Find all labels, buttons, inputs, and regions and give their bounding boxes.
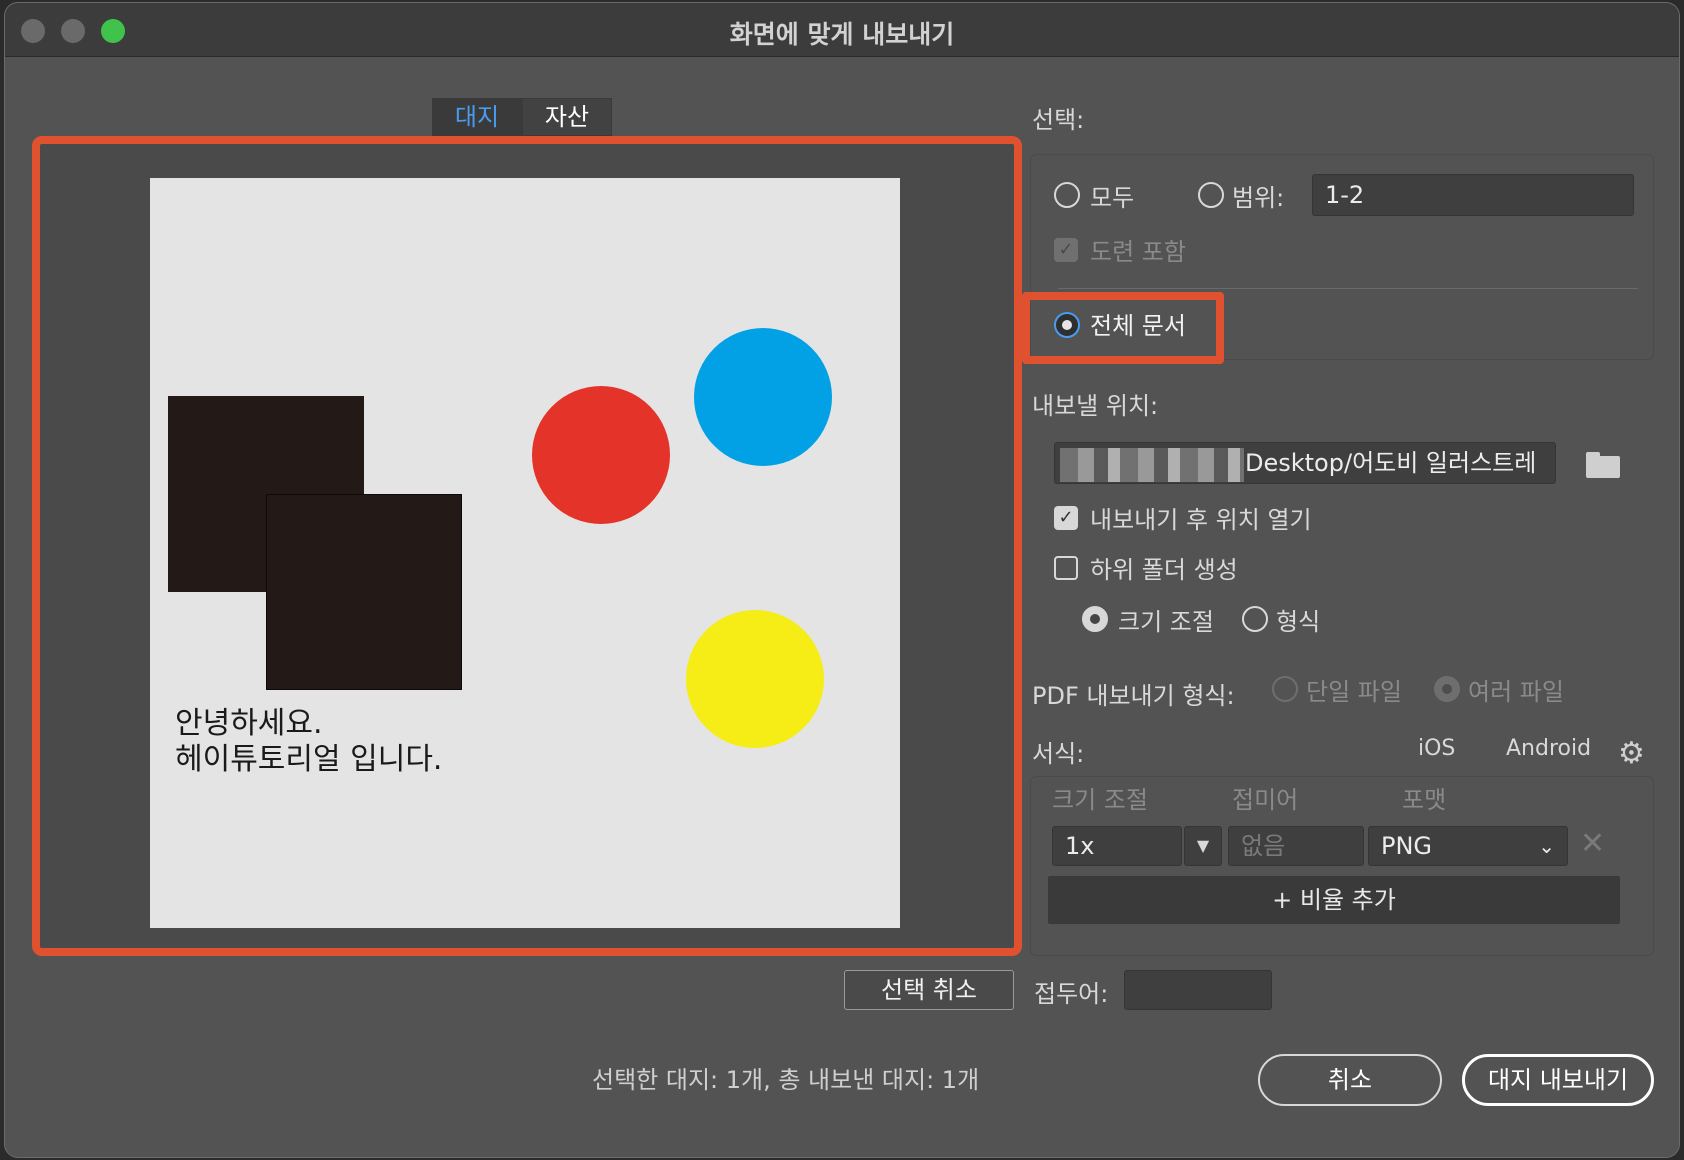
- include-bleed-checkbox[interactable]: ✓: [1054, 238, 1078, 262]
- prefix-label: 접두어:: [1034, 980, 1109, 1008]
- formats-label: 서식:: [1032, 740, 1085, 768]
- deselect-button[interactable]: 선택 취소: [844, 970, 1014, 1010]
- tab-assets[interactable]: 자산: [522, 98, 612, 136]
- radio-multiple-files-label: 여러 파일: [1468, 678, 1564, 706]
- android-preset[interactable]: Android: [1506, 736, 1591, 761]
- chevron-down-icon: ⌄: [1538, 834, 1555, 858]
- format-select-value: PNG: [1381, 832, 1433, 860]
- preview-tabs: 대지 자산: [432, 98, 612, 136]
- radio-multiple-files[interactable]: [1434, 676, 1460, 702]
- tab-artboards[interactable]: 대지: [432, 98, 522, 136]
- red-circle: [532, 386, 670, 524]
- dark-square-front: [266, 494, 462, 690]
- pdf-export-label: PDF 내보내기 형식:: [1032, 682, 1235, 710]
- scale-dropdown-button[interactable]: ▼: [1184, 826, 1222, 866]
- full-document-highlight: [1022, 292, 1224, 364]
- scale-input[interactable]: 1x: [1052, 826, 1182, 866]
- selection-divider: [1058, 288, 1638, 289]
- remove-scale-icon[interactable]: ✕: [1580, 826, 1605, 861]
- radio-scale[interactable]: [1082, 606, 1108, 632]
- selection-label: 선택:: [1032, 106, 1085, 134]
- title-bar: 화면에 맞게 내보내기: [5, 3, 1679, 57]
- prefix-input[interactable]: [1124, 970, 1272, 1010]
- window-title: 화면에 맞게 내보내기: [729, 20, 955, 49]
- radio-single-file[interactable]: [1272, 676, 1298, 702]
- radio-scale-label: 크기 조절: [1118, 608, 1214, 636]
- format-select[interactable]: PNG ⌄: [1368, 826, 1568, 866]
- radio-range[interactable]: [1198, 182, 1224, 208]
- column-header-format: 포맷: [1402, 786, 1447, 814]
- radio-all-label: 모두: [1090, 184, 1135, 212]
- add-scale-button[interactable]: + 비율 추가: [1048, 876, 1620, 924]
- open-location-label: 내보내기 후 위치 열기: [1090, 506, 1312, 534]
- redacted-path-segment: [1060, 448, 1244, 482]
- open-location-checkbox[interactable]: ✓: [1054, 506, 1078, 530]
- export-location-label: 내보낼 위치:: [1032, 392, 1159, 420]
- yellow-circle: [686, 610, 824, 748]
- range-input[interactable]: 1-2: [1312, 174, 1634, 216]
- folder-icon[interactable]: [1586, 452, 1620, 478]
- column-header-suffix: 접미어: [1232, 786, 1299, 814]
- export-artboard-button[interactable]: 대지 내보내기: [1462, 1054, 1654, 1106]
- suffix-input[interactable]: 없음: [1228, 826, 1364, 866]
- artboard-text: 안녕하세요. 헤이튜토리얼 입니다.: [175, 706, 442, 778]
- column-header-scale: 크기 조절: [1052, 786, 1148, 814]
- include-bleed-label: 도련 포함: [1090, 238, 1186, 266]
- radio-format-label: 형식: [1276, 608, 1321, 636]
- radio-single-file-label: 단일 파일: [1306, 678, 1402, 706]
- artboard-preview: 안녕하세요. 헤이튜토리얼 입니다.: [32, 136, 1022, 956]
- gear-icon[interactable]: ⚙: [1618, 736, 1645, 771]
- blue-circle: [694, 328, 832, 466]
- artboard-text-line1: 안녕하세요.: [175, 706, 323, 741]
- status-text: 선택한 대지: 1개, 총 내보낸 대지: 1개: [592, 1066, 980, 1094]
- radio-all[interactable]: [1054, 182, 1080, 208]
- radio-format[interactable]: [1242, 606, 1268, 632]
- create-subfolder-checkbox[interactable]: [1054, 556, 1078, 580]
- artboard-thumbnail[interactable]: 안녕하세요. 헤이튜토리얼 입니다.: [150, 178, 900, 928]
- ios-preset[interactable]: iOS: [1418, 736, 1455, 761]
- create-subfolder-label: 하위 폴더 생성: [1090, 556, 1238, 584]
- cancel-button[interactable]: 취소: [1258, 1054, 1442, 1106]
- artboard-text-line2: 헤이튜토리얼 입니다.: [175, 742, 443, 777]
- radio-range-label: 범위:: [1232, 184, 1285, 212]
